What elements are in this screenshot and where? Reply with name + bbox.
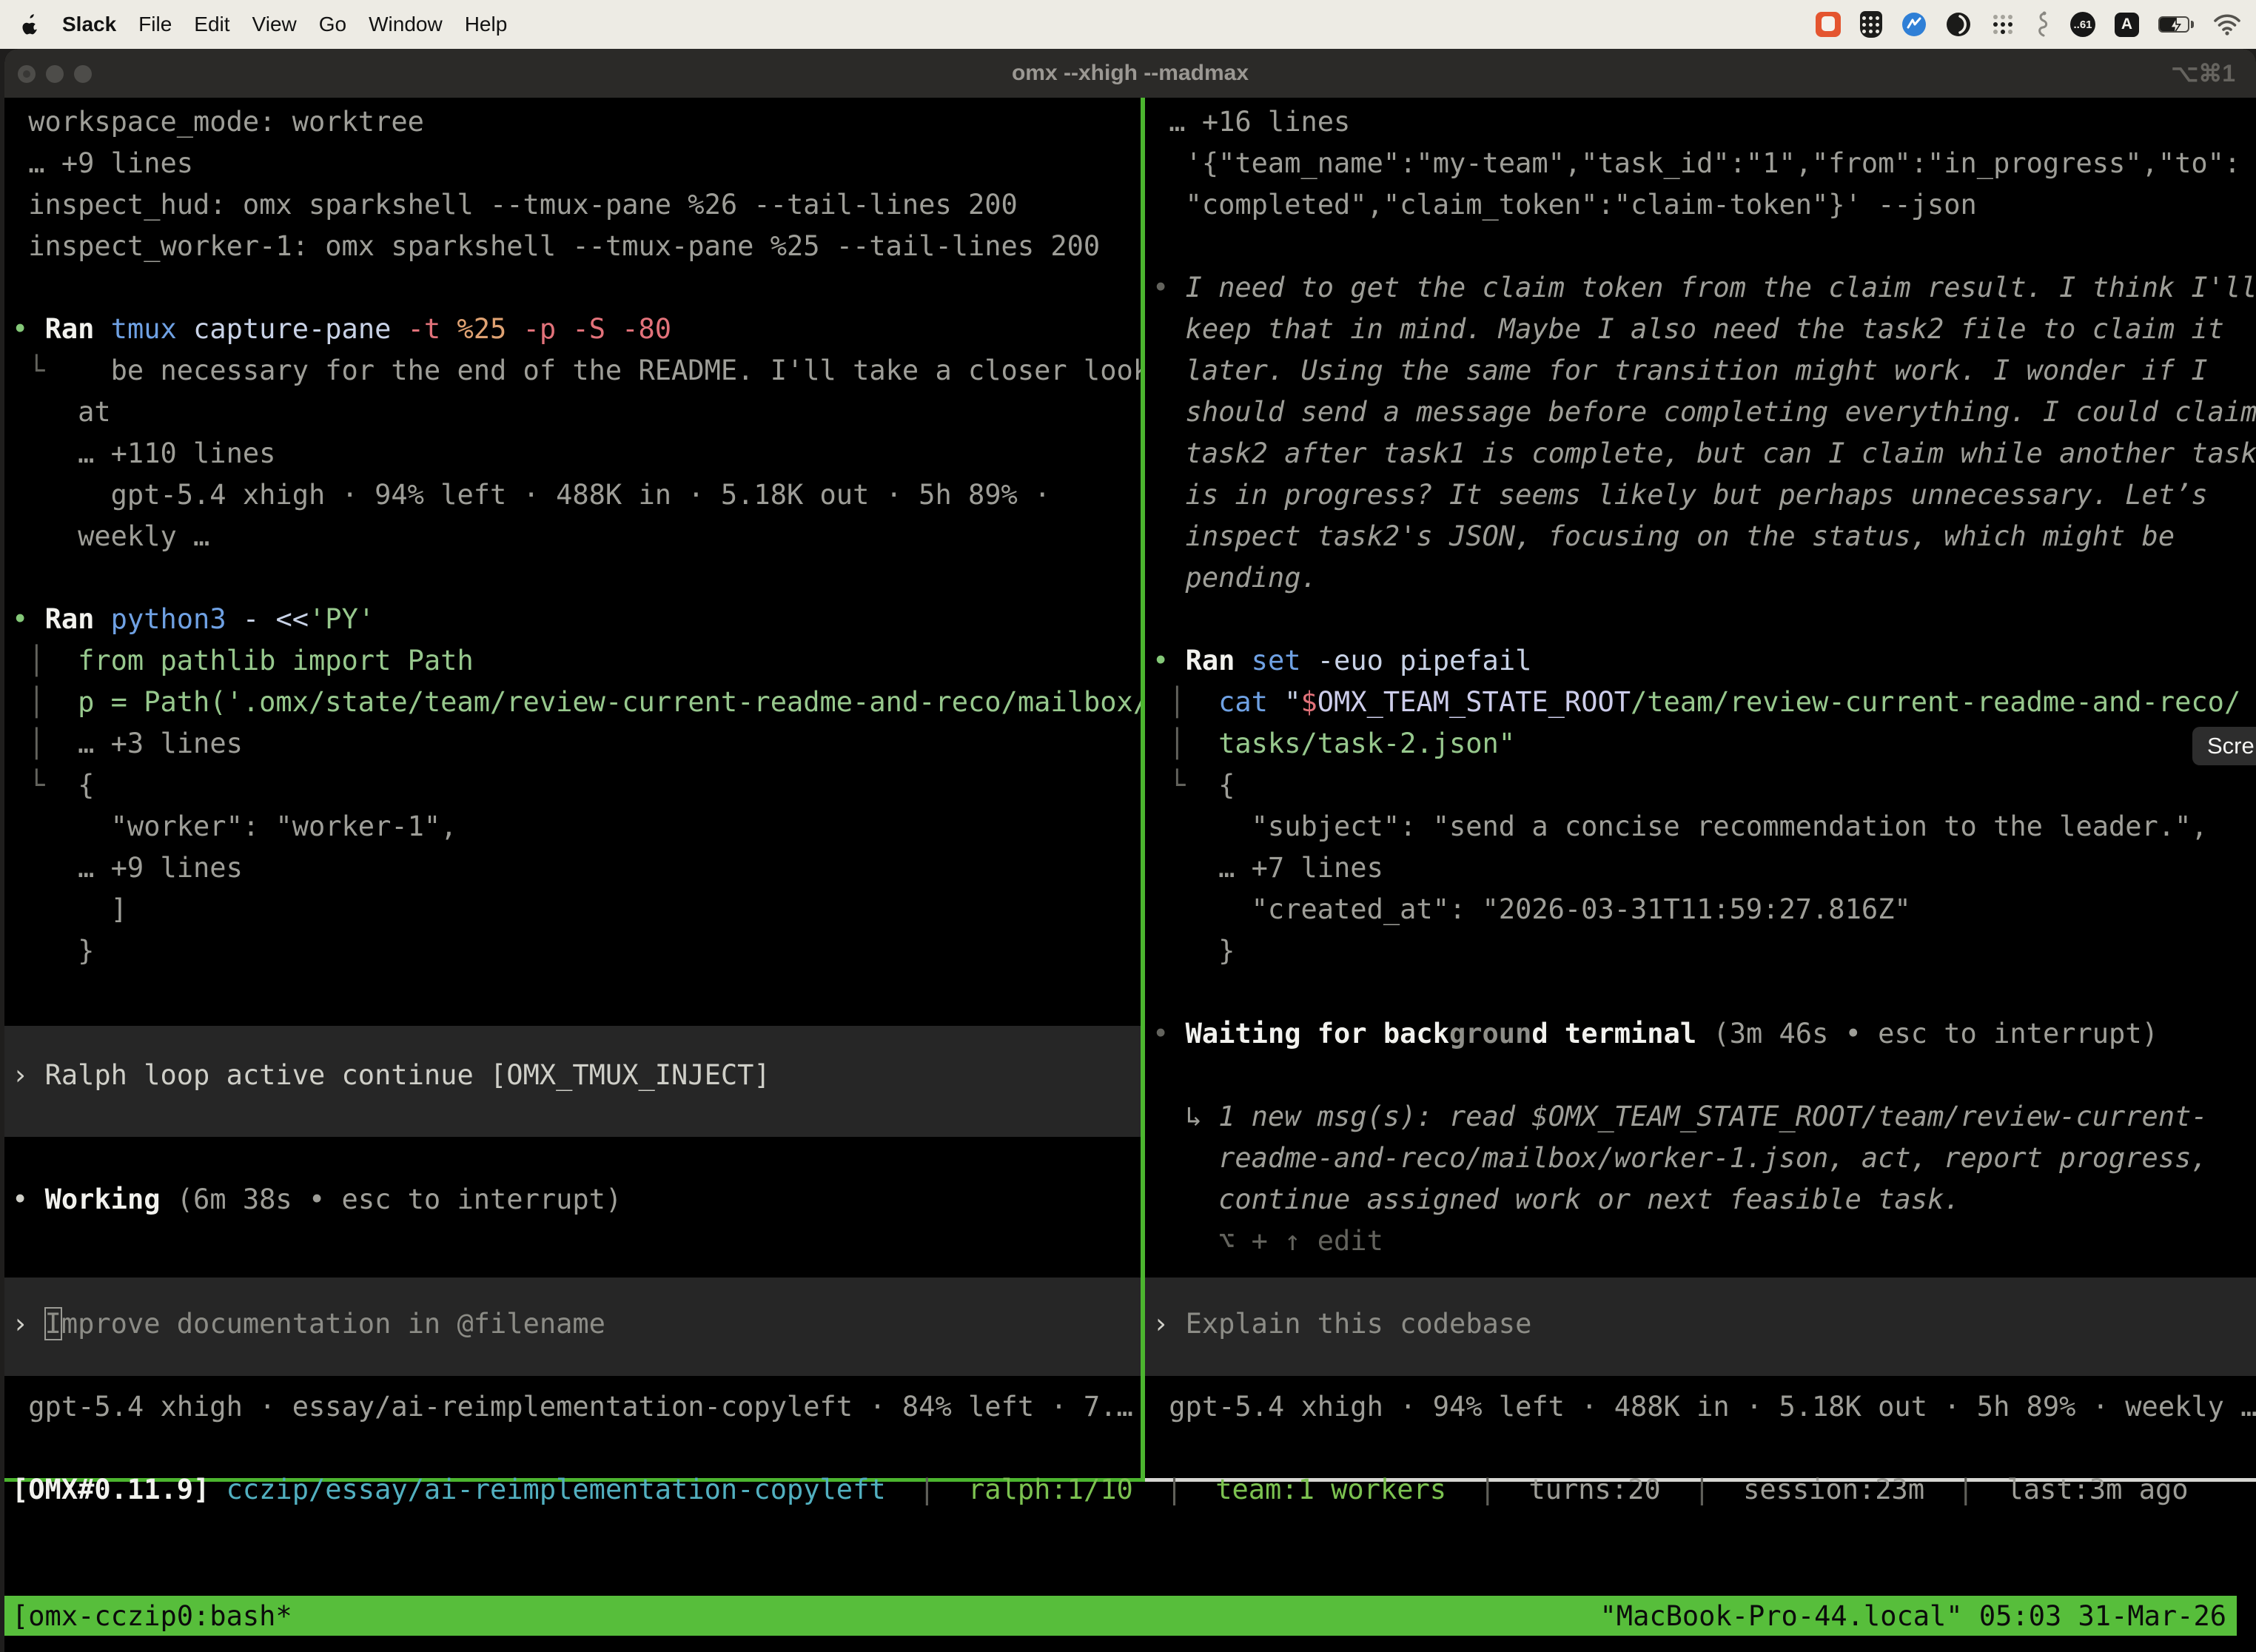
right-transcript: … +16 lines '{"team_name":"my-team","tas…: [1152, 101, 2256, 1262]
pane-left[interactable]: workspace_mode: worktree … +9 lines insp…: [4, 98, 1141, 1482]
tmux-host-clock: "MacBook-Pro-44.local" 05:03 31-Mar-26: [1600, 1600, 2237, 1632]
left-input-band[interactable]: › Improve documentation in @filename: [4, 1277, 1141, 1376]
menu-item-help[interactable]: Help: [465, 13, 508, 36]
battery-icon[interactable]: [2158, 16, 2194, 33]
right-model-statusline: gpt-5.4 xhigh · 94% left · 488K in · 5.1…: [1152, 1386, 2256, 1428]
menu-item-window[interactable]: Window: [369, 13, 443, 36]
pane-right[interactable]: … +16 lines '{"team_name":"my-team","tas…: [1145, 98, 2256, 1482]
right-input-band[interactable]: › Explain this codebase: [1145, 1277, 2256, 1376]
window-title: omx --xhigh --madmax: [4, 49, 2256, 98]
terminal-content: workspace_mode: worktree … +9 lines insp…: [4, 98, 2256, 1652]
apple-menu-icon[interactable]: [21, 13, 40, 36]
screen: Slack File Edit View Go Window Help ..61: [0, 0, 2256, 1652]
tmux-session-name: [omx-cczip0:bash*: [4, 1600, 292, 1632]
menubar-status-area: ..61 A: [1816, 0, 2256, 49]
left-model-statusline: gpt-5.4 xhigh · essay/ai-reimplementatio…: [12, 1386, 1141, 1428]
terminal-window: omx --xhigh --madmax ⌥⌘1 workspace_mode:…: [4, 49, 2256, 1652]
menu-item-edit[interactable]: Edit: [194, 13, 229, 36]
right-prompt-input[interactable]: › Explain this codebase: [1145, 1277, 2256, 1345]
wifi-icon[interactable]: [2213, 13, 2241, 36]
window-shortcut-badge: ⌥⌘1: [2171, 49, 2235, 98]
left-ralph-band: › Ralph loop active continue [OMX_TMUX_I…: [4, 1026, 1141, 1137]
screen-tooltip: Scre: [2192, 727, 2256, 765]
menubar-left: Slack File Edit View Go Window Help: [0, 0, 507, 49]
dots-grid-icon[interactable]: [1990, 12, 2015, 37]
grid-shield-icon[interactable]: [1860, 11, 1882, 38]
letter-a: A: [2121, 16, 2132, 33]
window-titlebar[interactable]: omx --xhigh --madmax ⌥⌘1: [4, 49, 2256, 98]
letter-a-icon[interactable]: A: [2115, 13, 2139, 37]
left-prompt-input[interactable]: › Improve documentation in @filename: [4, 1277, 1141, 1345]
squiggle-icon[interactable]: [2035, 11, 2051, 38]
menu-item-file[interactable]: File: [138, 13, 172, 36]
menubar: Slack File Edit View Go Window Help ..61: [0, 0, 2256, 49]
left-working-status: • Working (6m 38s • esc to interrupt): [12, 1179, 1141, 1220]
left-transcript: workspace_mode: worktree … +9 lines insp…: [12, 101, 1141, 972]
badge-61-icon[interactable]: ..61: [2070, 12, 2095, 37]
tmux-statusbar: [omx-cczip0:bash* "MacBook-Pro-44.local"…: [4, 1596, 2237, 1636]
omx-statusline: [OMX#0.11.9] cczip/essay/ai-reimplementa…: [12, 1469, 2256, 1511]
menu-item-slack[interactable]: Slack: [62, 13, 116, 36]
ralph-loop-message: › Ralph loop active continue [OMX_TMUX_I…: [4, 1026, 1141, 1096]
chat-app-icon[interactable]: [1816, 12, 1841, 37]
pie-moon-icon[interactable]: [1946, 12, 1971, 37]
menu-item-view[interactable]: View: [252, 13, 297, 36]
badge-count: ..61: [2073, 19, 2092, 31]
speedtest-icon[interactable]: [1901, 12, 1927, 37]
menu-item-go[interactable]: Go: [319, 13, 346, 36]
